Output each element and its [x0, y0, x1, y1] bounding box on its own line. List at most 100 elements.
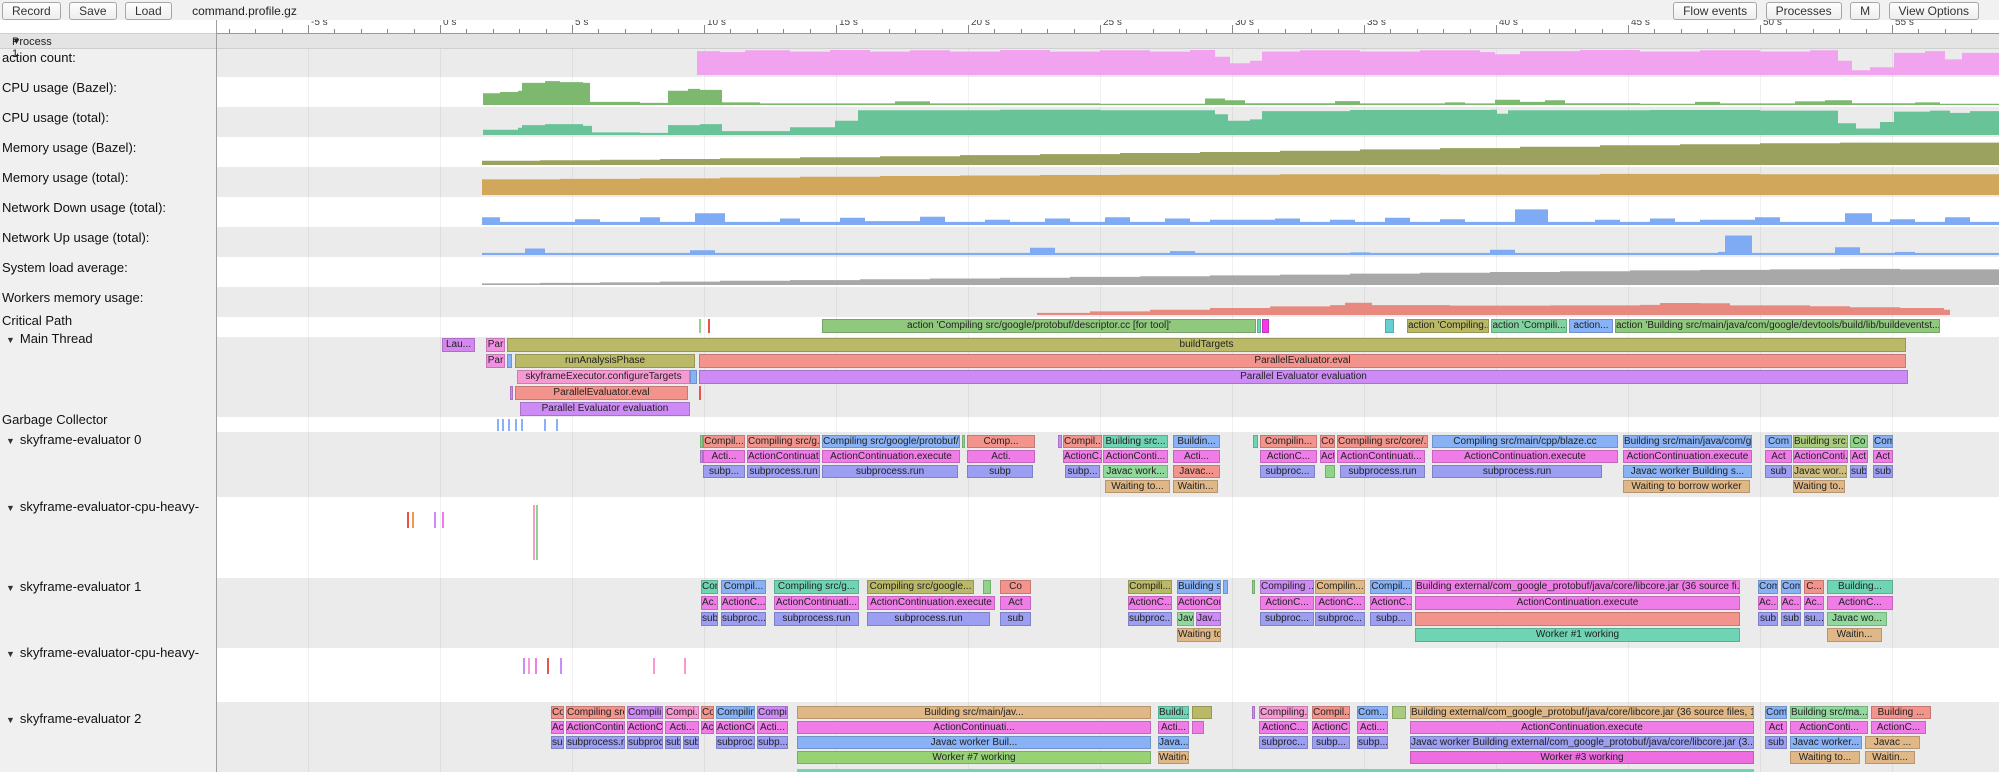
- trace-block[interactable]: Compiling ...: [716, 706, 755, 719]
- trace-block[interactable]: Parallel Evaluator evaluation: [699, 370, 1908, 384]
- trace-block[interactable]: ActionContinuati...: [797, 721, 1151, 734]
- trace-block[interactable]: Building external/com_google_protobuf/ja…: [1415, 580, 1740, 594]
- trace-block[interactable]: Com: [701, 580, 718, 594]
- trace-block[interactable]: ActionC...: [1128, 596, 1172, 610]
- collapse-arrow-icon[interactable]: ▼: [6, 715, 15, 725]
- trace-block[interactable]: [1192, 706, 1212, 719]
- instant-event-tick[interactable]: [544, 419, 546, 431]
- trace-block[interactable]: Compilin...: [1315, 580, 1365, 594]
- trace-block[interactable]: [983, 580, 991, 594]
- trace-block[interactable]: subproc...: [716, 736, 755, 749]
- trace-block[interactable]: sub: [1850, 465, 1867, 478]
- trace-block[interactable]: subp...: [703, 465, 745, 478]
- trace-block[interactable]: Co: [1000, 580, 1031, 594]
- instant-event-tick[interactable]: [535, 658, 537, 674]
- trace-block[interactable]: subproc...: [1259, 736, 1308, 749]
- trace-block[interactable]: Building...: [1827, 580, 1893, 594]
- trace-block[interactable]: Ac...: [551, 721, 564, 734]
- trace-block[interactable]: ActionContinuation.execute: [867, 596, 995, 610]
- track-label-skyframe-evaluator-0[interactable]: ▼skyframe-evaluator 0: [6, 432, 141, 447]
- trace-block[interactable]: Acti.: [967, 450, 1035, 463]
- trace-block[interactable]: Ac...: [1781, 596, 1801, 610]
- trace-block[interactable]: Buildi...: [1158, 706, 1189, 719]
- trace-block[interactable]: Compiling src/core/...: [1337, 435, 1428, 448]
- trace-block[interactable]: Com: [1758, 580, 1778, 594]
- trace-block[interactable]: Compil...: [703, 435, 745, 448]
- trace-block[interactable]: buildTargets: [507, 338, 1906, 352]
- instant-event-tick[interactable]: [533, 505, 535, 560]
- trace-block[interactable]: Building external/com_google_protobuf/ja…: [1410, 706, 1754, 719]
- trace-block[interactable]: Building src/ma...: [1790, 706, 1868, 719]
- processes-button[interactable]: Processes: [1766, 2, 1842, 20]
- trace-block[interactable]: ActionConti...: [1177, 596, 1221, 610]
- trace-block[interactable]: sub: [1758, 612, 1778, 626]
- collapse-arrow-icon[interactable]: ▼: [6, 503, 15, 513]
- trace-block[interactable]: ActionContinuati...: [774, 596, 859, 610]
- trace-block[interactable]: action 'Compiling...: [1407, 319, 1489, 333]
- trace-block[interactable]: Building s...: [1177, 580, 1221, 594]
- trace-block[interactable]: subprocess.run: [1432, 465, 1602, 478]
- trace-block[interactable]: Compi...: [665, 706, 699, 719]
- trace-block[interactable]: ActionC...: [1312, 721, 1350, 734]
- trace-block[interactable]: subp: [967, 465, 1033, 478]
- trace-block[interactable]: Compil...: [1312, 706, 1350, 719]
- trace-block[interactable]: Waitin...: [1827, 628, 1882, 642]
- trace-block[interactable]: Building src...: [1793, 435, 1848, 448]
- instant-event-tick[interactable]: [508, 419, 510, 431]
- trace-block[interactable]: [510, 386, 513, 400]
- trace-block[interactable]: subprocess.run: [774, 612, 859, 626]
- trace-block[interactable]: su...: [1804, 612, 1824, 626]
- trace-block[interactable]: Com...: [1357, 706, 1388, 719]
- trace-block[interactable]: Act: [1873, 450, 1893, 463]
- trace-block[interactable]: ActionContinuation.execute: [822, 450, 960, 463]
- record-button[interactable]: Record: [2, 2, 61, 20]
- trace-block[interactable]: [1192, 721, 1204, 734]
- trace-block[interactable]: ParallelEvaluator.eval: [699, 354, 1906, 368]
- trace-block[interactable]: ActionC...: [1063, 450, 1102, 463]
- trace-block[interactable]: [507, 354, 512, 368]
- instant-event-tick[interactable]: [497, 419, 499, 431]
- load-button[interactable]: Load: [125, 2, 172, 20]
- trace-block[interactable]: Compil...: [1370, 580, 1412, 594]
- trace-block[interactable]: [690, 370, 697, 384]
- trace-block[interactable]: Act: [1765, 450, 1792, 463]
- trace-block[interactable]: Com: [1765, 706, 1787, 719]
- instant-event-tick[interactable]: [560, 658, 562, 674]
- trace-block[interactable]: Worker #3 working: [1410, 751, 1754, 764]
- metadata-button[interactable]: M: [1850, 2, 1880, 20]
- trace-block[interactable]: ActionC...: [1315, 596, 1365, 610]
- trace-block[interactable]: subp...: [1370, 612, 1412, 626]
- trace-block[interactable]: Javac worker Building s...: [1623, 465, 1752, 478]
- trace-block[interactable]: Waiting to...: [1790, 751, 1860, 764]
- process-header[interactable]: ▼ Process 1: [0, 33, 1999, 49]
- instant-event-tick[interactable]: [502, 419, 504, 431]
- trace-block[interactable]: Com: [551, 706, 564, 719]
- trace-block[interactable]: ActionContinuation.execute: [1410, 721, 1754, 734]
- trace-block[interactable]: Waitin...: [1173, 480, 1218, 493]
- instant-event-tick[interactable]: [699, 386, 701, 400]
- trace-block[interactable]: Ac...: [701, 596, 718, 610]
- trace-block[interactable]: Javac worker Buil...: [797, 736, 1151, 749]
- collapse-arrow-icon[interactable]: ▼: [6, 335, 15, 345]
- trace-block[interactable]: Acti...: [665, 721, 699, 734]
- trace-block[interactable]: Comp...: [967, 435, 1035, 448]
- trace-block[interactable]: Building src/main/jav...: [797, 706, 1151, 719]
- trace-block[interactable]: action 'Building src/main/java/com/googl…: [1615, 319, 1940, 333]
- trace-block[interactable]: Compilin...: [1260, 435, 1317, 448]
- trace-block[interactable]: sub: [1765, 736, 1787, 749]
- trace-block[interactable]: sub: [1781, 612, 1801, 626]
- instant-event-tick[interactable]: [556, 419, 558, 431]
- trace-block[interactable]: Javac worker...: [1790, 736, 1862, 749]
- trace-block[interactable]: Parallel Evaluator evaluation: [520, 402, 690, 416]
- trace-block[interactable]: subp...: [1357, 736, 1388, 749]
- trace-block[interactable]: Javac worker...: [1177, 612, 1194, 626]
- trace-block[interactable]: Acti...: [703, 450, 745, 463]
- trace-block[interactable]: Compil...: [1063, 435, 1102, 448]
- trace-block[interactable]: runAnalysisPhase: [515, 354, 695, 368]
- instant-event-tick[interactable]: [442, 512, 444, 528]
- trace-block[interactable]: Par: [486, 338, 505, 352]
- trace-block[interactable]: Javac...: [1173, 465, 1220, 478]
- instant-event-tick[interactable]: [412, 512, 414, 528]
- trace-block[interactable]: action 'Compili...: [1491, 319, 1567, 333]
- trace-block[interactable]: Compiling...: [1259, 706, 1308, 719]
